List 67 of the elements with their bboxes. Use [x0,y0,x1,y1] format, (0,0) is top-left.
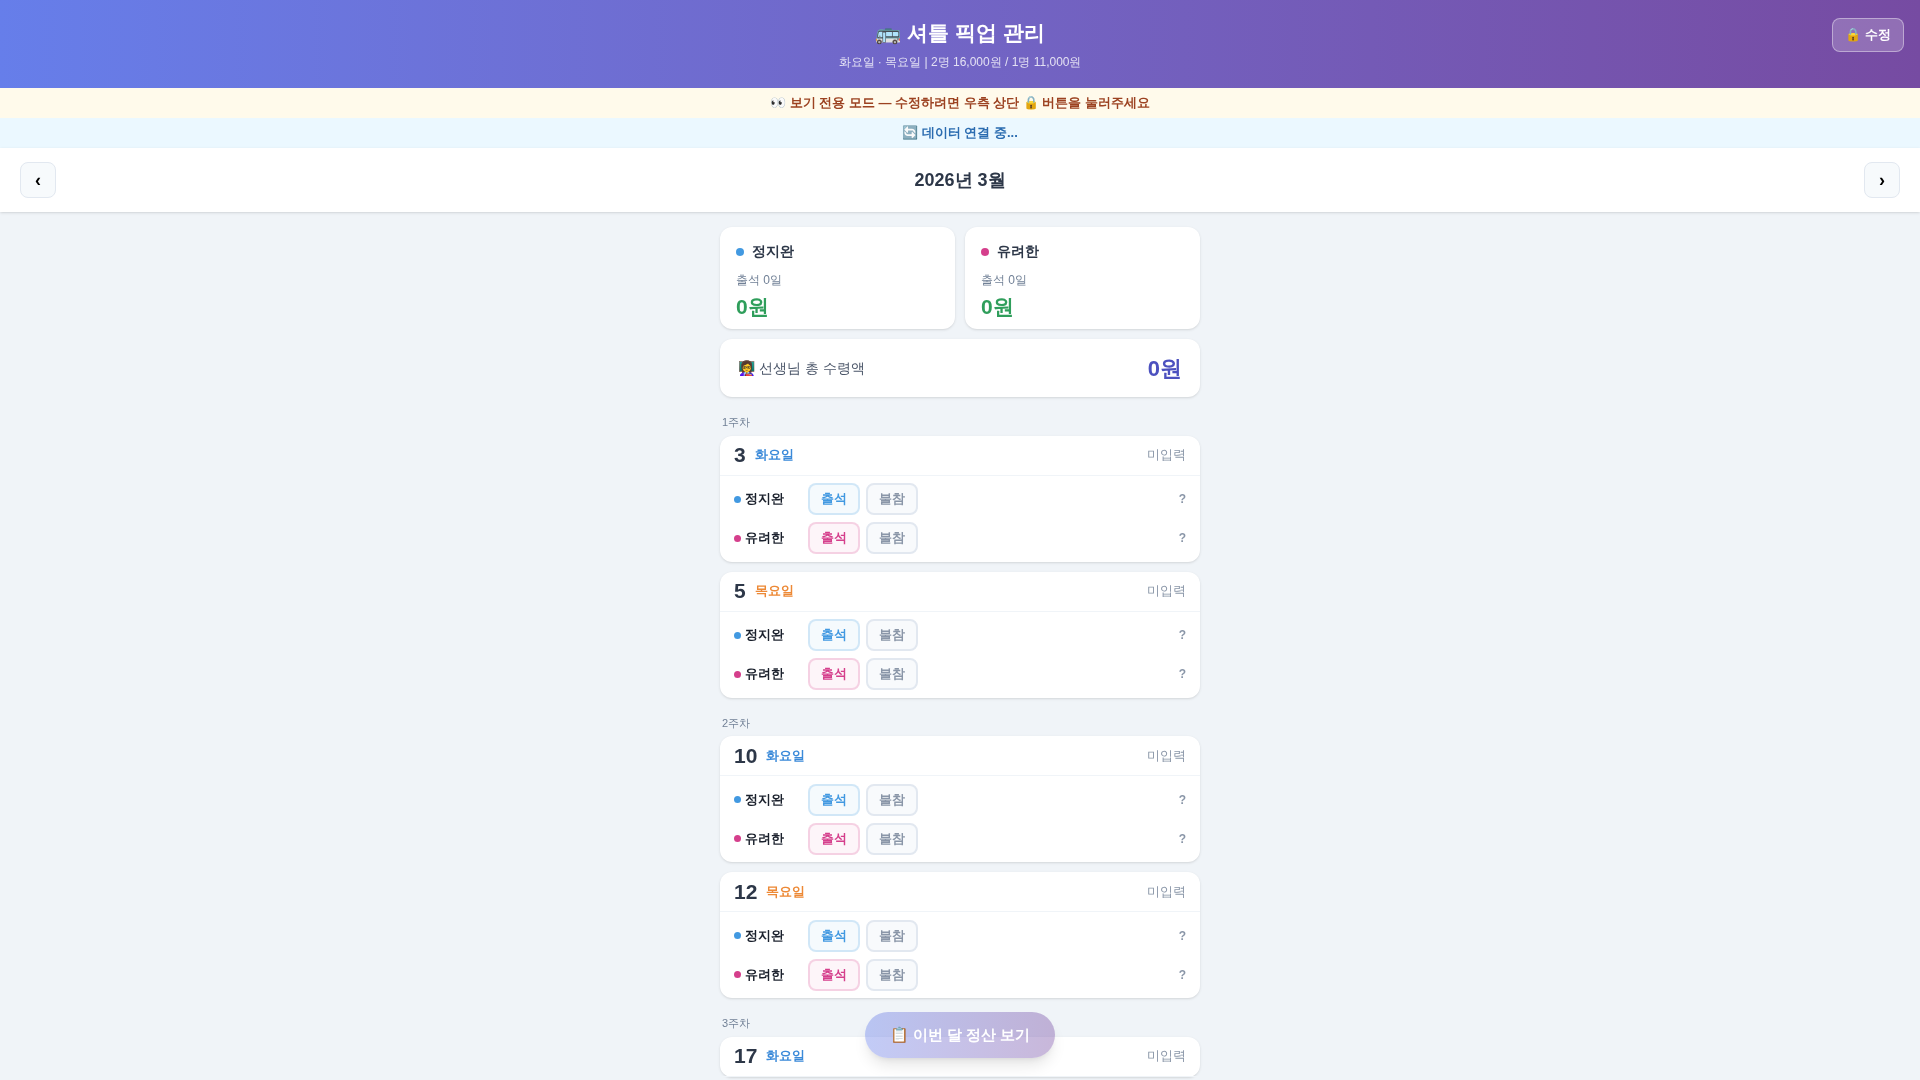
result-mark: ? [1178,627,1186,644]
status-label: 미입력 [1147,582,1186,601]
absent-button[interactable]: 불참 [866,522,918,554]
result-mark: ? [1178,966,1186,984]
student-name: 정지완 [745,926,785,945]
absent-button[interactable]: 불참 [866,783,918,816]
day-number: 12 [734,878,758,905]
monthly-summary-button[interactable]: 📋 이번 달 정산 보기 [865,1012,1055,1058]
attendance-count: 출석 0일 [981,272,1028,289]
week-label: 2주차 [721,715,752,731]
absent-button[interactable]: 불참 [866,958,918,991]
result-mark: ? [1178,530,1186,547]
weekday-label: 화요일 [766,1047,806,1066]
present-button[interactable]: 출석 [808,822,860,855]
result-mark: ? [1178,666,1186,683]
day-number: 3 [734,442,746,469]
absent-button[interactable]: 불참 [866,619,918,651]
present-button[interactable]: 출석 [808,483,860,515]
status-label: 미입력 [1147,882,1186,901]
week-label: 1주차 [721,415,752,430]
result-mark: ? [1178,830,1186,848]
present-button[interactable]: 출석 [808,658,860,690]
absent-button[interactable]: 불참 [866,483,918,515]
weekday-label: 화요일 [766,746,806,765]
present-button[interactable]: 출석 [808,522,860,554]
status-label: 미입력 [1147,1047,1186,1066]
student-amount: 0원 [981,294,1015,320]
student-name: 유려한 [745,665,785,684]
present-button[interactable]: 출석 [808,619,860,651]
day-number: 5 [734,578,746,605]
prev-month-button[interactable]: ‹ [20,162,56,198]
status-label: 미입력 [1147,746,1186,765]
student-name: 유려한 [745,829,785,848]
student-name: 유려한 [745,965,785,984]
present-button[interactable]: 출석 [808,919,860,952]
status-label: 미입력 [1147,446,1186,465]
edit-button[interactable]: 🔒 수정 [1832,18,1904,52]
day-number: 10 [734,742,758,769]
result-mark: ? [1178,491,1186,508]
result-mark: ? [1178,927,1186,945]
next-month-button[interactable]: › [1864,162,1900,198]
result-mark: ? [1178,791,1186,809]
app-subtitle: 화요일 · 목요일 | 2명 16,000원 / 1명 11,000원 [838,53,1082,71]
student-name: 유려한 [997,242,1039,261]
present-button[interactable]: 출석 [808,783,860,816]
weekday-label: 화요일 [754,446,794,465]
total-label: 👩‍🏫 선생님 총 수령액 [738,358,865,378]
student-name: 정지완 [745,490,785,509]
student-name: 정지완 [745,626,785,645]
student-amount: 0원 [736,294,770,320]
weekday-label: 목요일 [754,582,794,601]
day-number: 17 [734,1043,758,1070]
total-amount: 0원 [1147,354,1182,383]
present-button[interactable]: 출석 [808,958,860,991]
student-name: 정지완 [745,790,785,809]
absent-button[interactable]: 불참 [866,658,918,690]
month-label: 2026년 3월 [914,168,1006,192]
week-label: 3주차 [721,1016,752,1031]
read-only-notice: 👀 보기 전용 모드 — 수정하려면 우측 상단 🔒 버튼을 눌러주세요 [0,88,1920,118]
weekday-label: 목요일 [766,882,806,901]
app-title: 🚌 셔틀 픽업 관리 [875,20,1045,47]
absent-button[interactable]: 불참 [866,822,918,855]
absent-button[interactable]: 불참 [866,919,918,952]
connection-notice: 🔄 데이터 연결 중... [0,118,1920,148]
student-name: 유려한 [745,529,785,548]
student-name: 정지완 [752,242,794,261]
attendance-count: 출석 0일 [736,272,783,289]
